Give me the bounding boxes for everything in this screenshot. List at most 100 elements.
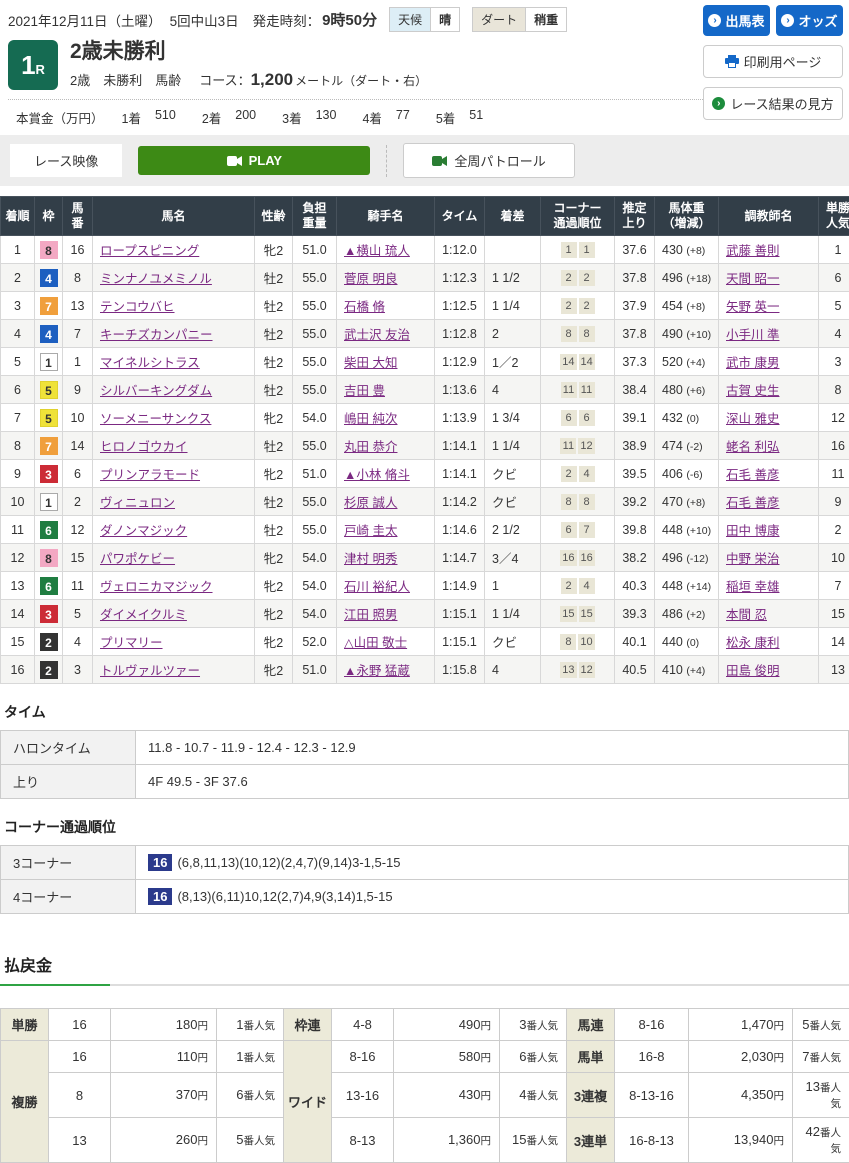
jockey-name-link[interactable]: 丸田 恭介	[344, 440, 397, 454]
race-video-button[interactable]: レース映像	[10, 144, 122, 177]
play-button[interactable]: PLAY	[138, 146, 370, 175]
entries-button[interactable]: › 出馬表	[703, 5, 770, 36]
patrol-video-button[interactable]: 全周パトロール	[403, 143, 574, 178]
finish-time: 1:13.9	[435, 404, 485, 432]
trainer-name-link[interactable]: 田島 俊明	[726, 664, 779, 678]
jockey-name-link[interactable]: 嶋田 純次	[344, 412, 397, 426]
horse-name-link[interactable]: キーチズカンパニー	[100, 328, 213, 342]
results-guide-button[interactable]: › レース結果の見方	[703, 87, 843, 120]
frame-cell: 7	[35, 432, 63, 460]
trainer-name-link[interactable]: 石毛 善彦	[726, 496, 779, 510]
horse-name-link[interactable]: プリマリー	[100, 636, 163, 650]
bet-type-label: 枠連	[284, 1009, 332, 1041]
yen-suffix: 円	[481, 1020, 492, 1032]
horse-number: 15	[63, 544, 93, 572]
horse-name-link[interactable]: ヒロノゴウカイ	[100, 440, 188, 454]
last-3f-time: 39.1	[615, 404, 655, 432]
trainer-name-link[interactable]: 矢野 英一	[726, 300, 779, 314]
print-page-button[interactable]: 印刷用ページ	[703, 45, 843, 78]
last-3f-time: 38.2	[615, 544, 655, 572]
jockey-cell: 武士沢 友治	[337, 320, 435, 348]
jockey-name-link[interactable]: ▲小林 脩斗	[344, 468, 410, 482]
frame-cell: 6	[35, 516, 63, 544]
jockey-name-link[interactable]: 津村 明秀	[344, 552, 397, 566]
jockey-name-link[interactable]: △山田 敬士	[344, 636, 407, 650]
payout-title-underline	[0, 984, 849, 986]
jockey-name-link[interactable]: 江田 照男	[344, 608, 397, 622]
jockey-name-link[interactable]: 杉原 誠人	[344, 496, 397, 510]
corner-position-badge: 8	[560, 634, 576, 650]
horse-name-link[interactable]: ダイメイクルミ	[100, 608, 187, 622]
frame-cell: 5	[35, 376, 63, 404]
body-weight-cell: 432 (0)	[655, 404, 719, 432]
finish-position: 1	[1, 236, 35, 264]
result-row: 447キーチズカンパニー牡255.0武士沢 友治1:12.828837.8490…	[1, 320, 849, 348]
trainer-name-link[interactable]: 武藤 善則	[726, 244, 779, 258]
finish-time: 1:15.1	[435, 600, 485, 628]
frame-cell: 4	[35, 264, 63, 292]
race-number-badge: 1R	[8, 40, 58, 90]
horse-name-link[interactable]: トルヴァルツァー	[100, 664, 200, 678]
corner-order-cell: 1112	[541, 432, 615, 460]
jockey-name-link[interactable]: 石川 裕紀人	[344, 580, 410, 594]
horse-name-link[interactable]: ミンナノユメミノル	[100, 272, 212, 286]
payout-favorite-rank: 15番人気	[500, 1118, 567, 1163]
horse-name-link[interactable]: テンコウバヒ	[100, 300, 175, 314]
trainer-name-link[interactable]: 古賀 史生	[726, 384, 779, 398]
results-header-row: 着順枠馬 番馬名性齢負担 重量騎手名タイム着差コーナー 通過順位推定 上り馬体重…	[1, 197, 849, 236]
jockey-name-link[interactable]: 吉田 豊	[344, 384, 385, 398]
trainer-name-link[interactable]: 小手川 準	[726, 328, 779, 342]
win-favorite-rank: 10	[819, 544, 849, 572]
body-weight-cell: 430 (+8)	[655, 236, 719, 264]
horse-name-link[interactable]: ダノンマジック	[100, 524, 187, 538]
body-weight-diff: (+8)	[686, 497, 705, 509]
finish-position: 6	[1, 376, 35, 404]
bet-type-label: 単勝	[1, 1009, 49, 1041]
prize-item: 4着77	[362, 108, 409, 127]
body-weight-diff: (-12)	[686, 553, 708, 565]
horse-name-link[interactable]: ヴェロニカマジック	[100, 580, 213, 594]
trainer-name-link[interactable]: 蛯名 利弘	[726, 440, 779, 454]
yen-suffix: 円	[198, 1020, 209, 1032]
trainer-cell: 田中 博康	[719, 516, 819, 544]
body-weight-cell: 520 (+4)	[655, 348, 719, 376]
horse-number: 9	[63, 376, 93, 404]
body-weight-cell: 470 (+8)	[655, 488, 719, 516]
carried-weight: 54.0	[293, 572, 337, 600]
jockey-name-link[interactable]: 石橋 脩	[344, 300, 385, 314]
trainer-name-link[interactable]: 松永 康利	[726, 636, 779, 650]
horse-name-link[interactable]: ロープスピニング	[100, 244, 199, 258]
results-column-header: タイム	[435, 197, 485, 236]
trainer-name-link[interactable]: 田中 博康	[726, 524, 779, 538]
margin: 1 3/4	[485, 404, 541, 432]
margin: 1 1/4	[485, 600, 541, 628]
trainer-name-link[interactable]: 深山 雅史	[726, 412, 779, 426]
win-favorite-rank: 11	[819, 460, 849, 488]
jockey-name-link[interactable]: ▲横山 琉人	[344, 244, 410, 258]
horse-number: 13	[63, 292, 93, 320]
horse-name-link[interactable]: ソーメニーサンクス	[100, 412, 211, 426]
trainer-name-link[interactable]: 稲垣 幸雄	[726, 580, 779, 594]
result-row: 12815パワポケビー牝254.0津村 明秀1:14.73／4161638.24…	[1, 544, 849, 572]
header-actions: › 出馬表 › オッズ 印刷用ページ › レース結果の見方	[703, 5, 843, 120]
horse-name-link[interactable]: シルバーキングダム	[100, 384, 212, 398]
jockey-name-link[interactable]: 菅原 明良	[344, 272, 397, 286]
horse-name-link[interactable]: マイネルシトラス	[100, 356, 200, 370]
corner-order-cell: 24	[541, 460, 615, 488]
weather-label: 天候	[390, 8, 430, 31]
horse-name-link[interactable]: プリンアラモード	[100, 468, 200, 482]
trainer-name-link[interactable]: 天間 昭一	[726, 272, 779, 286]
jockey-name-link[interactable]: ▲永野 猛蔵	[344, 664, 410, 678]
jockey-name-link[interactable]: 柴田 大知	[344, 356, 397, 370]
trainer-name-link[interactable]: 武市 康男	[726, 356, 779, 370]
horse-name-link[interactable]: ヴィニュロン	[100, 496, 175, 510]
horse-name-link[interactable]: パワポケビー	[100, 552, 175, 566]
trainer-name-link[interactable]: 本間 忍	[726, 608, 767, 622]
trainer-name-link[interactable]: 中野 栄治	[726, 552, 779, 566]
jockey-name-link[interactable]: 武士沢 友治	[344, 328, 410, 342]
horse-name-cell: ヴェロニカマジック	[93, 572, 255, 600]
jockey-name-link[interactable]: 戸崎 圭太	[344, 524, 397, 538]
odds-button[interactable]: › オッズ	[776, 5, 843, 36]
trainer-name-link[interactable]: 石毛 善彦	[726, 468, 779, 482]
favorite-suffix: 番人気	[820, 1082, 841, 1110]
